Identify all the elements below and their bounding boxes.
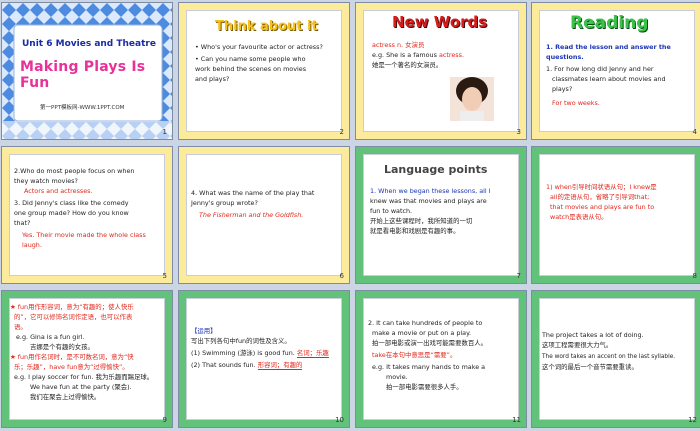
slide-number: 1 — [162, 128, 167, 136]
question-4-cont: Jenny's group wrote? — [191, 199, 258, 207]
line-1: • Who's your favourite actor or actress? — [195, 43, 323, 51]
slide-thumbnail-9[interactable]: fun用作形容词，意为“有趣的；使人快乐 的”，它可以修饰名词作定语，也可以作表… — [1, 290, 173, 428]
slide-thumbnail-10[interactable]: 【运用】 写出下列各句中fun的词性及含义。 (1) Swimming (游泳)… — [178, 290, 350, 428]
question-1-cont: questions. — [546, 53, 584, 61]
take-example: e.g. It takes many hands to make a — [372, 363, 486, 371]
fun-adj-heading-end: 语。 — [14, 323, 27, 331]
actress-photo — [450, 77, 494, 121]
slide-title: Reading — [570, 13, 649, 33]
slide-thumbnail-6[interactable]: 4. What was the name of the play that Je… — [178, 146, 350, 284]
word-entry: actress n. 女演员 — [372, 41, 425, 49]
slide-number: 9 — [162, 416, 167, 424]
answer-4: The Fisherman and the Goldfish. — [199, 211, 304, 219]
slide-thumbnail-8[interactable]: 1) when引导时间状语从句；I knew是 all的定语从句，省略了引导词t… — [531, 146, 700, 284]
fun-adj-heading-cont: 的”，它可以修饰名词作定语，也可以作表 — [14, 313, 133, 321]
slide-thumbnail-7[interactable]: Language points 1. When we began these l… — [355, 146, 527, 284]
translation-2: 就是看电影和戏剧是有趣的事。 — [370, 227, 460, 235]
line-3: work behind the scenes on movies — [195, 65, 307, 73]
slide-thumbnail-5[interactable]: 2.Who do most people focus on when they … — [1, 146, 173, 284]
unit-label: Unit 6 Movies and Theatre — [22, 39, 156, 49]
slide-thumbnail-4[interactable]: Reading 1. Read the lesson and answer th… — [531, 2, 700, 140]
question-2-cont: classmates learn about movies and — [552, 75, 666, 83]
example-1: e.g. Gina is a fun girl. — [16, 333, 85, 341]
point-1-cont: knew was that movies and plays are — [370, 197, 487, 205]
question-4: 4. What was the name of the play that — [191, 189, 315, 197]
sentence-2-cn: 这个词的最后一个音节需要重读。 — [542, 363, 638, 371]
slide-title: Making Plays Is Fun — [20, 59, 146, 91]
exercise-1: (1) Swimming (游泳) is good fun. 名词；乐趣 — [191, 349, 329, 358]
footer-text: 第一PPT模板网-WWW.1PPT.COM — [40, 105, 125, 111]
question-3: 3. Did Jenny's class like the comedy — [14, 199, 129, 207]
take-example-cn: 拍一部电影需要很多人手。 — [386, 383, 463, 391]
point-2-cont: make a movie or put on a play. — [372, 329, 471, 337]
point-1: 1. When we began these lessons, all I — [370, 187, 491, 195]
slide-thumbnail-1[interactable]: Unit 6 Movies and Theatre Making Plays I… — [1, 2, 173, 140]
line-2: • Can you name some people who — [195, 55, 306, 63]
sentence-1: The project takes a lot of doing. — [542, 331, 644, 339]
note-line-4: watch是表语从句。 — [550, 213, 608, 221]
example-translation: 她是一个著名的女演员。 — [372, 61, 443, 69]
slide-thumbnail-12[interactable]: The project takes a lot of doing. 这项工程需要… — [531, 290, 700, 428]
slide-title: Think about it — [215, 19, 318, 34]
exercise-heading: 【运用】 — [191, 327, 217, 335]
question-2-end: plays? — [552, 85, 573, 93]
translation-1: 开始上这些课程时，我所知道的一切 — [370, 217, 473, 225]
fun-noun-heading: fun用作名词时，是不可数名词，意为“快 — [10, 353, 134, 362]
answer: For two weeks. — [552, 99, 600, 107]
slide-sorter-grid: Unit 6 Movies and Theatre Making Plays I… — [0, 0, 700, 431]
slide-number: 4 — [692, 128, 697, 136]
slide-number: 6 — [339, 272, 344, 280]
note-line-2: all的定语从句，省略了引导词that; — [550, 193, 650, 201]
example-1-cn: 吉娜是个有趣的女孩。 — [30, 343, 94, 351]
point-2-translation: 拍一部电影或演一出戏可能需要数百人。 — [372, 339, 488, 347]
example-sentence: e.g. She is a famous actress. — [372, 51, 464, 59]
take-example-cont: movie. — [386, 373, 408, 381]
question-2-cont: they watch movies? — [14, 177, 78, 185]
slide-title: Language points — [384, 163, 488, 176]
example-2: e.g. I play soccer for fun. 我为乐趣而踢足球。 — [14, 373, 154, 381]
answer-3: Yes. Their movie made the whole class — [22, 231, 146, 239]
point-2: 2. It can take hundreds of people to — [368, 319, 483, 327]
slide-thumbnail-11[interactable]: 2. It can take hundreds of people to mak… — [355, 290, 527, 428]
line-4: and plays? — [195, 75, 230, 83]
slide-number: 5 — [162, 272, 167, 280]
slide-number: 3 — [516, 128, 521, 136]
question-2: 2.Who do most people focus on when — [14, 167, 135, 175]
sentence-2: The word takes an accent on the last syl… — [542, 354, 676, 360]
note-line-3: that movies and plays are fun to — [550, 203, 655, 211]
slide-number: 11 — [512, 416, 521, 424]
note-line-1: 1) when引导时间状语从句；I knew是 — [546, 183, 657, 191]
sentence-1-cn: 这项工程需要很大力气。 — [542, 341, 613, 349]
example-3: We have fun at the party (聚会). — [30, 383, 132, 391]
question-3-cont: one group made? How do you know — [14, 209, 129, 217]
point-1-end: fun to watch. — [370, 207, 413, 215]
fun-noun-heading-cont: 乐；乐趣”，have fun意为“过得愉快”。 — [14, 363, 129, 371]
slide-number: 7 — [516, 272, 521, 280]
exercise-prompt: 写出下列各句中fun的词性及含义。 — [191, 337, 291, 345]
slide-number: 12 — [688, 416, 697, 424]
answer-2: Actors and actresses. — [24, 187, 93, 195]
slide-number: 8 — [692, 272, 697, 280]
take-meaning: take在本句中意思是“需要”。 — [372, 351, 457, 359]
slide-number: 10 — [335, 416, 344, 424]
example-3-cn: 我们在聚会上过得愉快。 — [30, 393, 101, 401]
slide-title: New Words — [392, 13, 488, 31]
question-2: 1. For how long did Jenny and her — [546, 65, 654, 73]
fun-adj-heading: fun用作形容词，意为“有趣的；使人快乐 — [10, 303, 134, 312]
slide-number: 2 — [339, 128, 344, 136]
slide-thumbnail-3[interactable]: New Words actress n. 女演员 e.g. She is a f… — [355, 2, 527, 140]
slide-panel — [186, 298, 342, 420]
answer-3-cont: laugh. — [22, 241, 42, 249]
question-1: 1. Read the lesson and answer the — [546, 43, 671, 51]
slide-thumbnail-2[interactable]: Think about it • Who's your favourite ac… — [178, 2, 350, 140]
exercise-2: (2) That sounds fun. 形容词；有趣的 — [191, 361, 303, 370]
question-3-end: that? — [14, 219, 31, 227]
